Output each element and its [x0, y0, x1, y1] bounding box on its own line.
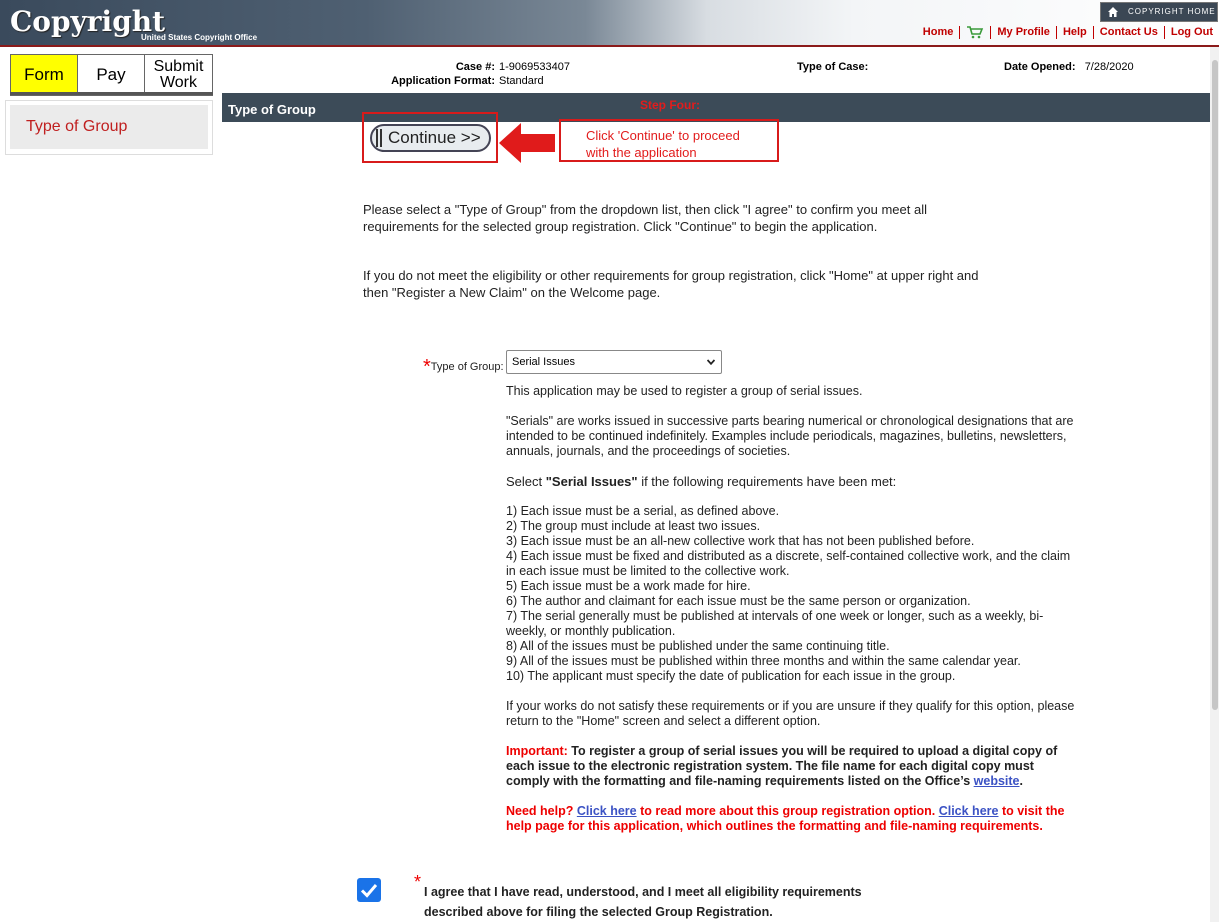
nav-contact-us[interactable]: Contact Us	[1092, 26, 1164, 39]
intro-paragraph-1: Please select a "Type of Group" from the…	[363, 202, 928, 234]
group-description: This application may be used to register…	[506, 384, 1076, 849]
important-note: Important: To register a group of serial…	[506, 744, 1058, 788]
callout-line-1: Click 'Continue' to proceed	[586, 128, 740, 143]
grip-icon	[376, 129, 382, 147]
website-link[interactable]: website	[974, 774, 1020, 788]
help-note: Need help? Click here to read more about…	[506, 804, 1065, 833]
required-asterisk: *	[414, 872, 422, 892]
continue-button[interactable]: Continue >>	[370, 124, 491, 152]
requirement-item: 5) Each issue must be a work made for hi…	[506, 579, 751, 593]
header-divider	[0, 45, 1219, 47]
nav-help[interactable]: Help	[1055, 26, 1093, 39]
case-number-label: Case #:	[455, 61, 495, 73]
important-label: Important:	[506, 744, 568, 758]
type-of-case-label: Type of Case:	[797, 61, 869, 73]
house-icon	[1108, 7, 1118, 17]
nav-home[interactable]: Home	[917, 26, 960, 39]
cart-icon	[967, 26, 984, 39]
click-here-link-1[interactable]: Click here	[577, 804, 637, 818]
intro-paragraph-2: If you do not meet the eligibility or ot…	[363, 268, 979, 300]
continue-label: Continue >>	[388, 128, 481, 147]
requirement-item: 3) Each issue must be an all-new collect…	[506, 534, 975, 548]
description-p2: "Serials" are works issued in successive…	[506, 414, 1074, 458]
requirement-item: 9) All of the issues must be published w…	[506, 654, 1021, 668]
description-p1: This application may be used to register…	[506, 384, 863, 398]
requirement-item: 10) The applicant must specify the date …	[506, 669, 956, 683]
tab-form[interactable]: Form	[11, 55, 78, 95]
requirement-item: 4) Each issue must be fixed and distribu…	[506, 549, 1071, 578]
logo-subtitle: United States Copyright Office	[141, 33, 258, 42]
agree-text: I agree that I have read, understood, an…	[424, 885, 862, 919]
case-labels: Case #: Application Format:	[390, 60, 495, 88]
app-format-label: Application Format:	[391, 75, 495, 87]
copyright-home-button[interactable]: COPYRIGHT HOME	[1100, 2, 1218, 22]
workflow-tabs: Form Pay Submit Work	[10, 54, 213, 96]
instruction-callout: Click 'Continue' to proceed with the app…	[559, 119, 779, 162]
scrollbar-thumb[interactable]	[1212, 60, 1218, 710]
case-values: 1-9069533407 Standard	[499, 60, 570, 88]
requirements-list: 1) Each issue must be a serial, as defin…	[506, 504, 1076, 684]
type-of-group-label: *Type of Group:	[423, 356, 504, 378]
description-p4: If your works do not satisfy these requi…	[506, 699, 1075, 728]
callout-line-2: with the application	[586, 145, 697, 160]
section-title: Type of Group	[228, 102, 316, 117]
chevron-down-icon	[707, 359, 715, 366]
tab-pay[interactable]: Pay	[78, 55, 145, 95]
tab-submit-work[interactable]: Submit Work	[145, 55, 212, 95]
checkmark-icon	[360, 884, 378, 898]
description-select: Select "Serial Issues" if the following …	[506, 474, 897, 489]
sidebar: Type of Group	[5, 100, 213, 155]
date-opened-value: 7/28/2020	[1084, 61, 1134, 73]
sidebar-item-type-of-group[interactable]: Type of Group	[10, 105, 208, 149]
required-asterisk: *	[423, 356, 431, 378]
agree-checkbox[interactable]	[357, 878, 381, 902]
arrow-left-icon	[499, 123, 555, 163]
top-navigation: Home My Profile Help Contact Us Log Out	[917, 26, 1219, 39]
requirement-item: 1) Each issue must be a serial, as defin…	[506, 504, 780, 518]
cart-link[interactable]	[959, 26, 990, 39]
date-opened-label: Date Opened:	[1004, 61, 1076, 73]
case-number-value: 1-9069533407	[499, 61, 570, 73]
nav-my-profile[interactable]: My Profile	[990, 26, 1056, 39]
type-of-group-selected: Serial Issues	[512, 356, 575, 368]
requirement-item: 8) All of the issues must be published u…	[506, 639, 890, 653]
nav-log-out[interactable]: Log Out	[1163, 26, 1219, 39]
type-of-group-select[interactable]: Serial Issues	[506, 350, 722, 374]
requirement-item: 6) The author and claimant for each issu…	[506, 594, 971, 608]
requirement-item: 2) The group must include at least two i…	[506, 519, 761, 533]
home-badge-label: COPYRIGHT HOME	[1128, 7, 1216, 16]
app-format-value: Standard	[499, 75, 544, 87]
click-here-link-2[interactable]: Click here	[939, 804, 999, 818]
step-label: Step Four:	[640, 98, 700, 112]
requirement-item: 7) The serial generally must be publishe…	[506, 609, 1044, 638]
tabs-underline	[10, 92, 213, 95]
date-opened: Date Opened: 7/28/2020	[1004, 60, 1134, 74]
